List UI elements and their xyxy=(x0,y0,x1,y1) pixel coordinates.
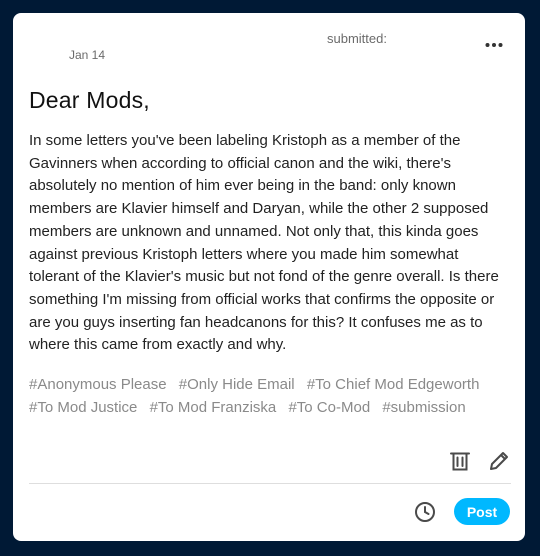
post-title: Dear Mods, xyxy=(29,87,150,113)
clock-icon[interactable] xyxy=(413,500,437,524)
pencil-icon[interactable] xyxy=(487,449,511,473)
divider xyxy=(29,483,511,484)
submitted-label: submitted: xyxy=(327,31,387,46)
tag-to-mod-justice[interactable]: #To Mod Justice xyxy=(29,396,137,419)
tag-only-hide-email[interactable]: #Only Hide Email xyxy=(179,373,295,396)
post-date: Jan 14 xyxy=(69,48,106,62)
submission-card: submitted: Jan 14 Dear Mods, In some let… xyxy=(13,13,525,541)
tag-to-mod-franziska[interactable]: #To Mod Franziska xyxy=(150,396,277,419)
post-body: In some letters you've been labeling Kri… xyxy=(29,132,499,354)
tag-to-chief-mod-edgeworth[interactable]: #To Chief Mod Edgeworth xyxy=(307,373,480,396)
more-horizontal-icon[interactable] xyxy=(485,42,503,48)
post-button[interactable]: Post xyxy=(454,498,510,525)
tag-submission[interactable]: #submission xyxy=(382,396,465,419)
tag-anonymous-please[interactable]: #Anonymous Please xyxy=(29,373,167,396)
tag-list: #Anonymous Please #Only Hide Email #To C… xyxy=(29,373,515,419)
tag-to-co-mod[interactable]: #To Co-Mod xyxy=(288,396,370,419)
trash-icon[interactable] xyxy=(448,449,472,473)
